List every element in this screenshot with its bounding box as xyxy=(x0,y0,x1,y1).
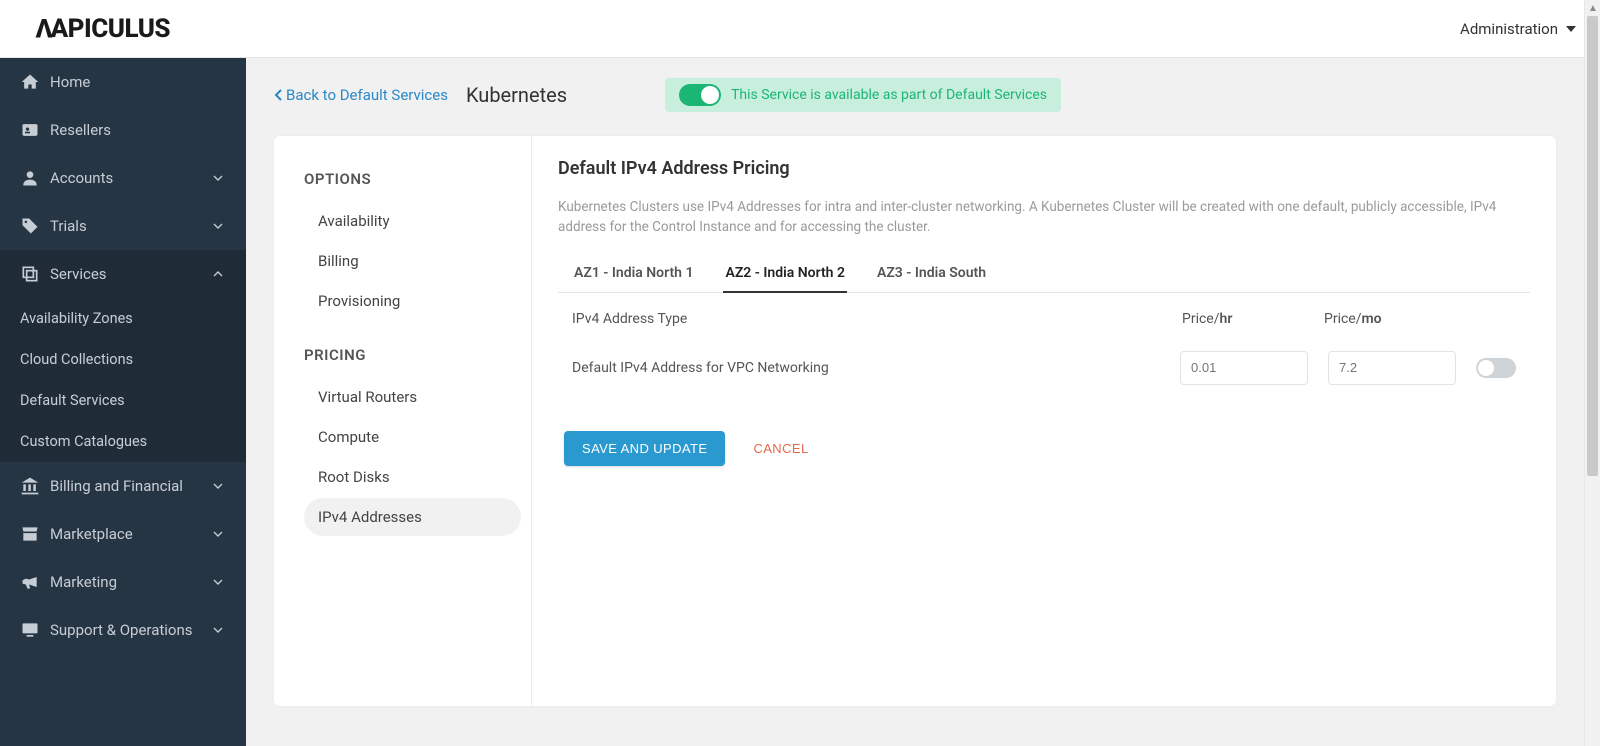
row-label: Default IPv4 Address for VPC Networking xyxy=(572,360,1170,376)
back-link[interactable]: Back to Default Services xyxy=(274,86,448,104)
tab-az3[interactable]: AZ3 - India South xyxy=(875,257,988,293)
detail-panel: Default IPv4 Address Pricing Kubernetes … xyxy=(532,136,1556,706)
az-tabs: AZ1 - India North 1 AZ2 - India North 2 … xyxy=(558,256,1530,293)
price-hr-input[interactable] xyxy=(1180,351,1308,385)
pricing-item-ipv4[interactable]: IPv4 Addresses xyxy=(304,498,521,536)
sidebar-item-cloud-collections[interactable]: Cloud Collections xyxy=(0,339,246,380)
sidebar-item-home[interactable]: Home xyxy=(0,58,246,106)
store-icon xyxy=(20,524,40,544)
chevron-down-icon xyxy=(210,574,226,590)
brand-text: APICULUS xyxy=(51,14,170,44)
monitor-icon xyxy=(20,620,40,640)
availability-text: This Service is available as part of Def… xyxy=(731,87,1047,103)
sidebar-item-resellers[interactable]: Resellers xyxy=(0,106,246,154)
options-panel: OPTIONS Availability Billing Provisionin… xyxy=(274,136,532,706)
administration-menu[interactable]: Administration xyxy=(1460,20,1576,38)
availability-badge: This Service is available as part of Def… xyxy=(665,78,1061,112)
sidebar-services-children: Availability Zones Cloud Collections Def… xyxy=(0,298,246,462)
chevron-down-icon xyxy=(210,218,226,234)
sidebar-item-billing[interactable]: Billing and Financial xyxy=(0,462,246,510)
sidebar-item-label: Accounts xyxy=(50,169,113,187)
price-mo-input[interactable] xyxy=(1328,351,1456,385)
back-link-label: Back to Default Services xyxy=(286,86,448,104)
col-type-label: IPv4 Address Type xyxy=(572,311,1182,327)
sidebar-item-support[interactable]: Support & Operations xyxy=(0,606,246,654)
cancel-button[interactable]: CANCEL xyxy=(753,441,808,456)
sidebar-item-label: Billing and Financial xyxy=(50,477,183,495)
sidebar-item-label: Cloud Collections xyxy=(20,351,133,368)
sidebar-item-label: Support & Operations xyxy=(50,621,193,639)
sidebar-item-accounts[interactable]: Accounts xyxy=(0,154,246,202)
window-scrollbar[interactable]: ▲ xyxy=(1584,0,1600,746)
sidebar-item-label: Services xyxy=(50,265,107,283)
brand-logo: VAPICULUS xyxy=(36,14,170,44)
tab-az1[interactable]: AZ1 - India North 1 xyxy=(572,257,695,293)
options-item-provisioning[interactable]: Provisioning xyxy=(304,282,521,320)
bank-icon xyxy=(20,476,40,496)
row-enable-toggle[interactable] xyxy=(1476,358,1516,378)
id-card-icon xyxy=(20,120,40,140)
chevron-down-icon xyxy=(210,526,226,542)
tab-az2[interactable]: AZ2 - India North 2 xyxy=(723,257,846,293)
chevron-up-icon xyxy=(210,266,226,282)
chevron-down-icon xyxy=(210,622,226,638)
sidebar-item-services[interactable]: Services xyxy=(0,250,246,298)
sidebar-item-label: Resellers xyxy=(50,121,111,139)
tags-icon xyxy=(20,216,40,236)
sidebar-item-availability-zones[interactable]: Availability Zones xyxy=(0,298,246,339)
options-item-billing[interactable]: Billing xyxy=(304,242,521,280)
page-header: Back to Default Services Kubernetes This… xyxy=(246,58,1584,136)
sidebar-item-label: Custom Catalogues xyxy=(20,433,147,450)
service-availability-toggle[interactable] xyxy=(679,84,721,106)
pricing-item-compute[interactable]: Compute xyxy=(304,418,521,456)
detail-title: Default IPv4 Address Pricing xyxy=(558,158,1530,179)
chevron-down-icon xyxy=(210,478,226,494)
sidebar-item-label: Availability Zones xyxy=(20,310,133,327)
sidebar-item-marketing[interactable]: Marketing xyxy=(0,558,246,606)
administration-label: Administration xyxy=(1460,20,1558,38)
page-title: Kubernetes xyxy=(466,83,567,107)
sidebar: Home Resellers Accounts Trials Services … xyxy=(0,58,246,746)
sidebar-item-marketplace[interactable]: Marketplace xyxy=(0,510,246,558)
pricing-heading: PRICING xyxy=(304,346,521,364)
sidebar-item-default-services[interactable]: Default Services xyxy=(0,380,246,421)
topbar: VAPICULUS Administration xyxy=(0,0,1600,58)
megaphone-icon xyxy=(20,572,40,592)
sidebar-item-custom-catalogues[interactable]: Custom Catalogues xyxy=(0,421,246,462)
main-area: Back to Default Services Kubernetes This… xyxy=(246,58,1584,746)
home-icon xyxy=(20,72,40,92)
content-card: OPTIONS Availability Billing Provisionin… xyxy=(274,136,1556,706)
options-item-availability[interactable]: Availability xyxy=(304,202,521,240)
scroll-thumb[interactable] xyxy=(1587,16,1598,476)
pricing-header-row: IPv4 Address Type Price/hr Price/mo xyxy=(558,307,1530,345)
sidebar-item-trials[interactable]: Trials xyxy=(0,202,246,250)
sidebar-item-label: Home xyxy=(50,73,90,91)
layers-icon xyxy=(20,264,40,284)
action-row: SAVE AND UPDATE CANCEL xyxy=(564,431,1530,466)
sidebar-item-label: Trials xyxy=(50,217,87,235)
chevron-down-icon xyxy=(210,170,226,186)
pricing-item-virtual-routers[interactable]: Virtual Routers xyxy=(304,378,521,416)
chevron-left-icon xyxy=(274,89,282,101)
sidebar-item-label: Marketplace xyxy=(50,525,133,543)
user-icon xyxy=(20,168,40,188)
detail-description: Kubernetes Clusters use IPv4 Addresses f… xyxy=(558,197,1530,238)
scroll-up-arrow[interactable]: ▲ xyxy=(1585,0,1600,16)
pricing-item-root-disks[interactable]: Root Disks xyxy=(304,458,521,496)
save-button[interactable]: SAVE AND UPDATE xyxy=(564,431,725,466)
caret-down-icon xyxy=(1566,26,1576,32)
options-heading: OPTIONS xyxy=(304,170,521,188)
col-price-mo: Price/mo xyxy=(1324,311,1466,327)
sidebar-item-label: Default Services xyxy=(20,392,125,409)
col-price-hr: Price/hr xyxy=(1182,311,1324,327)
sidebar-item-label: Marketing xyxy=(50,573,117,591)
pricing-row: Default IPv4 Address for VPC Networking xyxy=(558,345,1530,395)
